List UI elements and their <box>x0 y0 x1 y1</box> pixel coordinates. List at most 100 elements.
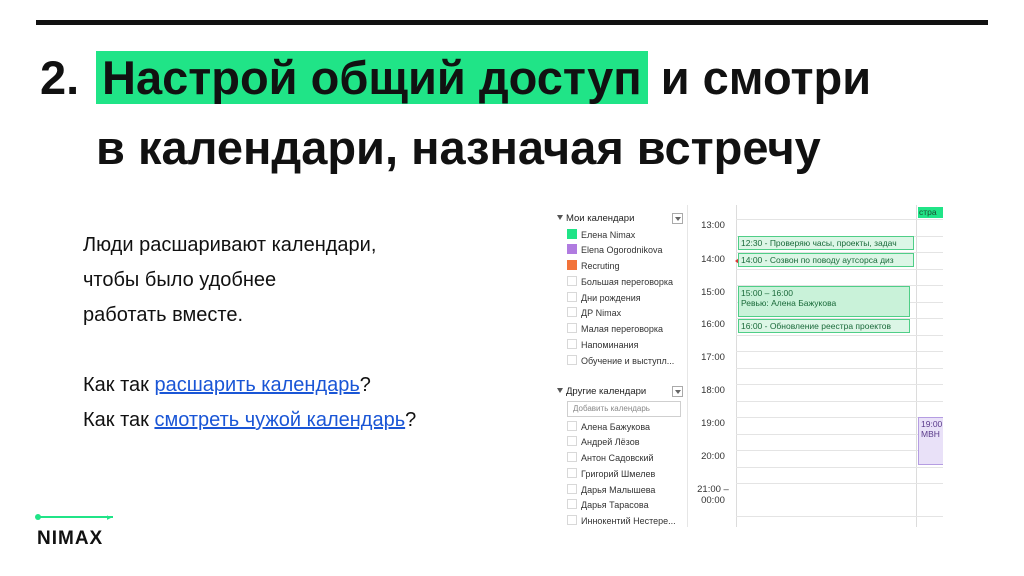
my-calendar-item[interactable]: ДР Nimax <box>567 306 685 321</box>
hour-line <box>736 417 943 418</box>
collapse-triangle-icon <box>557 388 563 394</box>
my-calendar-label: Напоминания <box>581 340 639 350</box>
other-calendar-item[interactable]: Антон Садовский <box>567 451 685 466</box>
body-text: Люди расшаривают календари, чтобы было у… <box>83 228 523 438</box>
hour-line <box>736 219 943 220</box>
share-calendar-link[interactable]: расшарить календарь <box>154 374 359 396</box>
other-calendars-label: Другие календари <box>566 386 647 397</box>
my-calendar-item[interactable]: Дни рождения <box>567 291 685 306</box>
time-label: 20:00 <box>701 451 725 462</box>
time-label: 13:00 <box>701 220 725 231</box>
time-label: 17:00 <box>701 352 725 363</box>
calendar-color-swatch[interactable] <box>567 307 577 317</box>
dropdown-icon[interactable] <box>672 213 683 224</box>
hour-line <box>736 467 943 468</box>
hour-line <box>736 401 943 402</box>
question-view: Как так смотреть чужой календарь? <box>83 403 523 438</box>
question-share-suffix: ? <box>359 374 371 396</box>
event-check-hours[interactable]: 12:30 - Проверяю часы, проекты, задач <box>738 236 914 250</box>
my-calendar-item[interactable]: Напоминания <box>567 338 685 353</box>
other-calendar-label: Андрей Лёзов <box>581 437 640 447</box>
other-calendar-item[interactable]: Дарья Тарасова <box>567 498 685 513</box>
time-label: 16:00 <box>701 319 725 330</box>
event-review-time: 15:00 – 16:00 <box>741 288 793 298</box>
event-review[interactable]: 15:00 – 16:00 Ревью: Алена Бажукова <box>738 286 910 317</box>
logo-arrow-icon: ▸ <box>107 512 112 522</box>
calendar-checkbox[interactable] <box>567 515 577 525</box>
my-calendar-item[interactable]: Elena Ogorodnikova <box>567 243 685 258</box>
hour-line <box>736 269 943 270</box>
logo-text: NIMAX <box>37 528 104 549</box>
my-calendars-header[interactable]: Мои календари <box>557 212 683 226</box>
add-calendar-input[interactable]: Добавить календарь <box>567 401 681 417</box>
event-purple-time: 19:00 <box>921 419 943 429</box>
event-outsource-call[interactable]: 14:00 - Созвон по поводу аутсорса диз <box>738 253 914 267</box>
my-calendar-item[interactable]: Елена Nimax <box>567 228 685 243</box>
time-label: 15:00 <box>701 287 725 298</box>
my-calendar-item[interactable]: Малая переговорка <box>567 322 685 337</box>
time-label: 18:00 <box>701 385 725 396</box>
top-rule <box>36 20 988 25</box>
other-calendar-label: Дарья Тарасова <box>581 500 649 510</box>
question-view-prefix: Как так <box>83 409 155 431</box>
calendar-sidebar: Мои календари Елена Nimax Elena Ogorodnik… <box>557 205 687 527</box>
calendar-grid: 13:00 14:00 15:00 16:00 17:00 18:00 19:0… <box>687 205 943 527</box>
hour-line <box>736 483 943 484</box>
calendar-color-swatch[interactable] <box>567 229 577 239</box>
hour-line <box>736 384 943 385</box>
calendar-color-swatch[interactable] <box>567 276 577 286</box>
calendar-checkbox[interactable] <box>567 436 577 446</box>
title-line2: в календари, назначая встречу <box>96 121 821 174</box>
my-calendar-label: Дни рождения <box>581 293 641 303</box>
question-share: Как так расшарить календарь? <box>83 368 523 403</box>
calendar-checkbox[interactable] <box>567 452 577 462</box>
event-top-right[interactable]: стра <box>918 207 943 218</box>
other-calendar-item[interactable]: Андрей Лёзов <box>567 435 685 450</box>
slide-title: 2. Настрой общий доступ и смотри в календ… <box>40 42 1000 184</box>
body-line-3: работать вместе. <box>83 304 244 326</box>
calendar-color-swatch[interactable] <box>567 244 577 254</box>
calendar-color-swatch[interactable] <box>567 339 577 349</box>
calendar-checkbox[interactable] <box>567 468 577 478</box>
my-calendar-label: Елена Nimax <box>581 230 636 240</box>
time-gutter <box>736 205 737 527</box>
logo-dot <box>35 514 41 520</box>
calendar-checkbox[interactable] <box>567 484 577 494</box>
title-rest: и смотри <box>660 51 872 104</box>
calendar-color-swatch[interactable] <box>567 292 577 302</box>
calendar-checkbox[interactable] <box>567 421 577 431</box>
calendar-color-swatch[interactable] <box>567 355 577 365</box>
event-purple[interactable]: 19:00 МВН <box>918 417 943 465</box>
calendar-color-swatch[interactable] <box>567 323 577 333</box>
title-highlight: Настрой общий доступ <box>96 51 648 104</box>
event-registry-update[interactable]: 16:00 - Обновление реестра проектов <box>738 319 910 333</box>
my-calendar-item[interactable]: Большая переговорка <box>567 275 685 290</box>
my-calendars-label: Мои календари <box>566 213 635 224</box>
my-calendar-item[interactable]: Recruting <box>567 259 685 274</box>
calendar-color-swatch[interactable] <box>567 260 577 270</box>
time-label: 21:00 – <box>697 484 729 495</box>
other-calendar-label: Иннокентий Нестере... <box>581 516 676 526</box>
other-calendar-label: Дарья Малышева <box>581 485 656 495</box>
time-label: 14:00 <box>701 254 725 265</box>
event-review-title: Ревью: Алена Бажукова <box>741 298 837 308</box>
hour-line <box>736 351 943 352</box>
dropdown-icon[interactable] <box>672 386 683 397</box>
view-calendar-link[interactable]: смотреть чужой календарь <box>154 409 405 431</box>
my-calendar-item[interactable]: Обучение и выступл... <box>567 354 685 369</box>
other-calendars-header[interactable]: Другие календари <box>557 385 683 399</box>
day-divider <box>916 205 917 527</box>
other-calendar-item[interactable]: Иннокентий Нестере... <box>567 514 685 527</box>
time-label: 00:00 <box>701 495 725 506</box>
other-calendar-item[interactable]: Алена Бажукова <box>567 420 685 435</box>
other-calendar-item[interactable]: Дарья Малышева <box>567 483 685 498</box>
hour-line <box>736 450 943 451</box>
my-calendar-label: Малая переговорка <box>581 324 664 334</box>
other-calendar-item[interactable]: Григорий Шмелев <box>567 467 685 482</box>
body-line-1: Люди расшаривают календари, <box>83 234 377 256</box>
event-purple-title: МВН <box>921 429 940 439</box>
calendar-checkbox[interactable] <box>567 499 577 509</box>
logo-line <box>37 516 113 518</box>
time-label: 19:00 <box>701 418 725 429</box>
